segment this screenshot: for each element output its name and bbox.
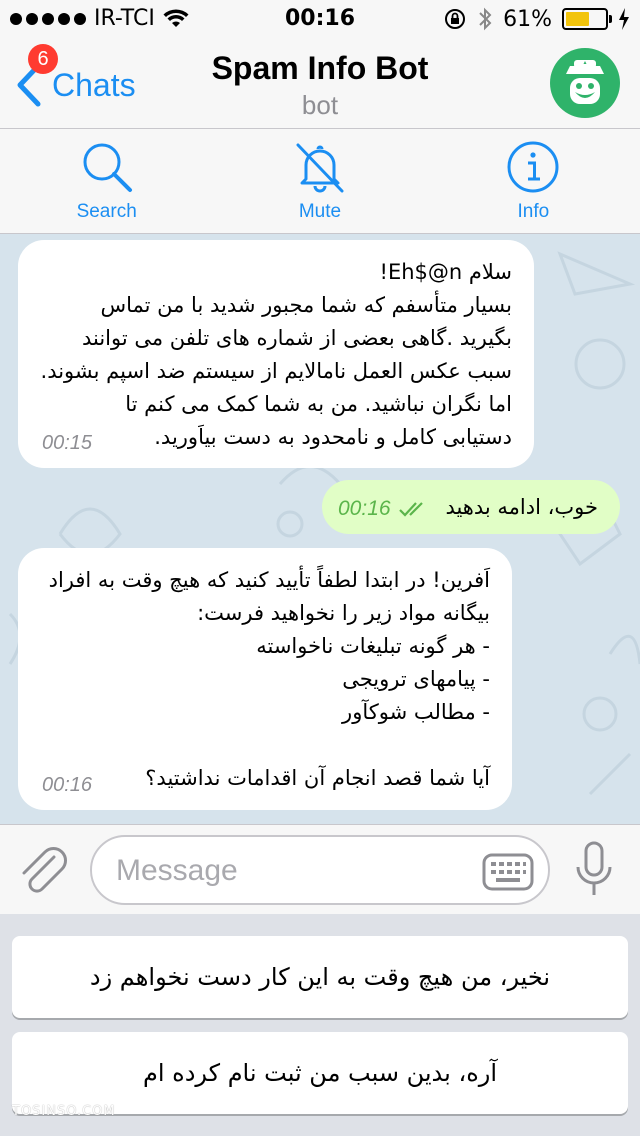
info-label: Info <box>517 201 550 222</box>
message-line: بیگانه مواد زیر را نخواهید فرست: <box>197 601 490 625</box>
message-line: اَفرین! در ابتدا لطفاً تأیید کنید که هیچ… <box>48 568 490 592</box>
incoming-message[interactable]: سلام Eh$@n! بسیار متأسفم که شما مجبور شد… <box>18 240 534 468</box>
message-line: - پیامهای ترویجی <box>342 667 490 691</box>
battery-percent: 61% <box>503 6 552 32</box>
avatar[interactable] <box>550 48 620 118</box>
message-line: سبب عکس العمل نامالایم از سیستم ضد اسپم … <box>40 359 512 383</box>
message-field[interactable] <box>90 835 550 905</box>
message-line: دستیابی کامل و نامحدود به دست بیاَورید. <box>154 425 512 449</box>
keyboard-icon[interactable] <box>482 853 534 891</box>
charging-icon <box>619 8 629 30</box>
message-line: بگیرید .گاهی بعضی از شماره های تلفن می ت… <box>81 326 512 350</box>
message-text: خوب، ادامه بدهید <box>445 495 598 519</box>
battery-icon <box>562 8 612 30</box>
reply-keyboard: نخیر، من هیچ وقت به این کار دست نخواهم ز… <box>0 914 640 1136</box>
message-input-bar <box>0 824 640 914</box>
reply-button-yes[interactable]: آره، بدین سبب من ثبت نام کرده ام <box>12 1032 628 1114</box>
message-line <box>40 729 490 762</box>
info-button[interactable]: Info <box>427 129 640 233</box>
message-line: بسیار متأسفم که شما مجبور شدید با من تما… <box>100 293 512 317</box>
reply-button-no[interactable]: نخیر، من هیچ وقت به این کار دست نخواهم ز… <box>12 936 628 1018</box>
rotation-lock-icon <box>445 9 466 29</box>
nav-bar: Chats 6 Spam Info Bot bot <box>0 40 640 128</box>
message-line: اما نگران نباشید. من به شما کمک می کنم ت… <box>125 392 512 416</box>
bot-avatar-icon <box>566 60 604 104</box>
message-line: سلام Eh$@n! <box>379 260 512 284</box>
message-line: - مطالب شوکآور <box>342 700 490 724</box>
search-icon <box>83 143 132 192</box>
bluetooth-icon <box>479 7 492 31</box>
message-time: 00:15 <box>42 432 93 454</box>
chat-actions: Search Mute Info <box>0 128 640 234</box>
incoming-message[interactable]: اَفرین! در ابتدا لطفاً تأیید کنید که هیچ… <box>18 548 512 810</box>
status-bar: IR-TCI 00:16 61% <box>0 0 640 40</box>
double-check-icon <box>398 501 423 517</box>
microphone-icon[interactable] <box>574 841 614 899</box>
message-input[interactable] <box>116 849 476 893</box>
chat-title: Spam Info Bot <box>211 50 429 86</box>
message-time: 00:16 <box>42 774 93 796</box>
search-button[interactable]: Search <box>0 129 213 233</box>
paperclip-icon[interactable] <box>18 843 68 897</box>
mute-button[interactable]: Mute <box>213 129 426 233</box>
message-line: - هر گونه تبلیغات ناخواسته <box>256 634 490 658</box>
info-icon <box>507 141 559 193</box>
search-label: Search <box>76 201 137 222</box>
outgoing-message[interactable]: خوب، ادامه بدهید 00:16 <box>322 480 620 534</box>
mute-label: Mute <box>298 201 342 222</box>
bell-muted-icon <box>296 143 344 193</box>
watermark: TOSINSO.COM <box>12 1104 116 1119</box>
chat-history[interactable]: سلام Eh$@n! بسیار متأسفم که شما مجبور شد… <box>0 234 640 824</box>
message-line: آیا شما قصد انجام آن اقدامات نداشتید؟ <box>145 766 490 790</box>
chat-subtitle: bot <box>301 90 339 120</box>
message-meta: 00:16 <box>338 492 429 525</box>
message-time: 00:16 <box>338 497 391 520</box>
